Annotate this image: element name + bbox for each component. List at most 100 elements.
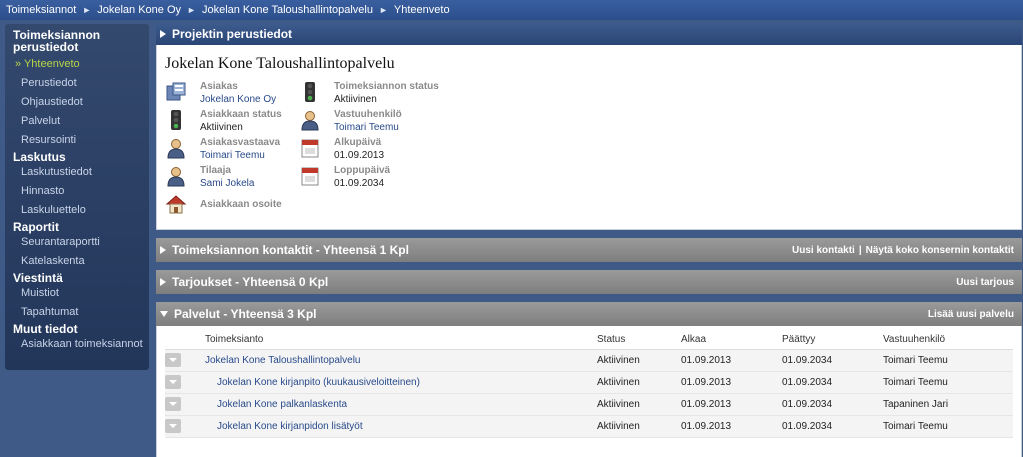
contacts-panel-title: Toimeksiannon kontaktit - Yhteensä 1 Kpl [172,243,409,257]
project-panel-title: Projektin perustiedot [172,27,293,41]
collapse-arrow-icon [160,30,166,38]
column-header-alkaa[interactable]: Alkaa [681,330,782,350]
info-label: Alkupäivä [334,137,382,148]
breadcrumb-item-1[interactable]: Jokelan Kone Oy [97,4,181,16]
account-manager-link[interactable]: Toimari Teemu [200,149,280,162]
add-service-link[interactable]: Lisää uusi palvelu [928,309,1014,320]
service-end: 01.09.2034 [782,393,883,416]
info-label: Asiakasvastaava [200,137,281,148]
services-panel-header[interactable]: Palvelut - Yhteensä 3 Kpl Lisää uusi pal… [156,302,1022,326]
column-header-vastuuhenkilo[interactable]: Vastuuhenkilö [883,330,1013,350]
info-column-left: Asiakas Jokelan Kone Oy Asiakkaan status… [165,81,299,221]
column-header-toimeksianto[interactable]: Toimeksianto [205,330,597,350]
table-row: Jokelan Kone palkanlaskenta Aktiivinen 0… [165,393,1013,416]
services-table: Toimeksianto Status Alkaa Päättyy Vastuu… [165,330,1013,438]
sidebar-item-asiakkaan-toimeksiannot[interactable]: Asiakkaan toimeksiannot [5,335,149,354]
service-end: 01.09.2034 [782,371,883,394]
info-label: Vastuuhenkilö [334,109,402,120]
traffic-light-icon [165,109,200,137]
sidebar-item-laskuluettelo[interactable]: Laskuluettelo [5,201,149,220]
service-status: Aktiivinen [597,349,681,372]
project-panel-header[interactable]: Projektin perustiedot [156,23,1022,45]
breadcrumb-item-3: Yhteenveto [393,4,450,16]
contacts-panel-header[interactable]: Toimeksiannon kontaktit - Yhteensä 1 Kpl… [156,238,1022,262]
main-content: Projektin perustiedot Jokelan Kone Talou… [156,23,1022,457]
service-status: Aktiivinen [597,371,681,394]
calendar-icon [299,165,334,193]
info-row-asiakkaan-status: Asiakkaan status Aktiivinen [165,109,299,137]
assignment-status-value: Aktiivinen [334,94,377,105]
row-menu-chevron-down-icon[interactable] [165,397,181,411]
breadcrumb: Toimeksiannot ► Jokelan Kone Oy ► Jokela… [0,0,1023,20]
sidebar-item-yhteenveto[interactable]: » Yhteenveto [5,55,149,74]
service-end: 01.09.2034 [782,415,883,438]
table-row: Jokelan Kone kirjanpito (kuukausiveloitt… [165,371,1013,394]
customer-link[interactable]: Jokelan Kone Oy [200,93,276,106]
sidebar: Toimeksiannon perustiedot » Yhteenveto P… [5,24,149,370]
service-start: 01.09.2013 [681,415,782,438]
traffic-light-icon [299,81,334,109]
sidebar-item-palvelut[interactable]: Palvelut [5,112,149,131]
show-group-contacts-link[interactable]: Näytä koko konsernin kontaktit [866,245,1014,256]
info-label: Asiakkaan status [200,109,282,120]
row-menu-chevron-down-icon[interactable] [165,353,181,367]
expand-arrow-icon [160,246,166,254]
service-name-link[interactable]: Jokelan Kone Taloushallintopalvelu [205,355,360,366]
service-owner: Toimari Teemu [883,371,1013,394]
services-panel-title: Palvelut - Yhteensä 3 Kpl [174,307,317,321]
customer-icon [165,81,200,109]
service-status: Aktiivinen [597,415,681,438]
service-end: 01.09.2034 [782,349,883,372]
breadcrumb-item-0[interactable]: Toimeksiannot [6,4,76,16]
info-label: Asiakas [200,81,238,92]
project-title: Jokelan Kone Taloushallintopalvelu [165,55,395,72]
sidebar-item-seurantaraportti[interactable]: Seurantaraportti [5,233,149,252]
sidebar-item-tapahtumat[interactable]: Tapahtumat [5,303,149,322]
info-row-alkupaiva: Alkupäivä 01.09.2013 [299,137,499,165]
sidebar-item-ohjaustiedot[interactable]: Ohjaustiedot [5,93,149,112]
offers-panel-header[interactable]: Tarjoukset - Yhteensä 0 Kpl Uusi tarjous [156,270,1022,294]
service-status: Aktiivinen [597,393,681,416]
row-menu-chevron-down-icon[interactable] [165,419,181,433]
info-row-vastuuhenkilo: Vastuuhenkilö Toimari Teemu [299,109,499,137]
sidebar-section-title: Laskutus [13,150,66,164]
sidebar-item-laskutustiedot[interactable]: Laskutustiedot [5,163,149,182]
sidebar-section-title: Muut tiedot [13,322,78,336]
sidebar-item-perustiedot[interactable]: Perustiedot [5,74,149,93]
service-name-link[interactable]: Jokelan Kone kirjanpito (kuukausiveloitt… [217,377,420,388]
column-header-paattyy[interactable]: Päättyy [782,330,883,350]
sidebar-item-resursointi[interactable]: Resursointi [5,131,149,150]
sidebar-section-title: Viestintä [13,271,63,285]
sidebar-section-title: Raportit [13,220,59,234]
service-owner: Toimari Teemu [883,415,1013,438]
responsible-person-link[interactable]: Toimari Teemu [334,121,402,134]
column-header-status[interactable]: Status [597,330,681,350]
table-row: Jokelan Kone Taloushallintopalvelu Aktii… [165,349,1013,372]
row-menu-chevron-down-icon[interactable] [165,375,181,389]
new-contact-link[interactable]: Uusi kontakti [792,245,855,256]
new-offer-link[interactable]: Uusi tarjous [956,277,1014,288]
person-icon [299,109,334,137]
info-row-toimeksiannon-status: Toimeksiannon status Aktiivinen [299,81,499,109]
info-row-loppupaiva: Loppupäivä 01.09.2034 [299,165,499,193]
sidebar-item-hinnasto[interactable]: Hinnasto [5,182,149,201]
collapse-arrow-icon [160,311,168,317]
expand-arrow-icon [160,278,166,286]
customer-status-value: Aktiivinen [200,122,243,133]
end-date-value: 01.09.2034 [334,178,385,189]
service-name-link[interactable]: Jokelan Kone kirjanpidon lisätyöt [217,421,363,432]
info-column-right: Toimeksiannon status Aktiivinen Vastuuhe… [299,81,499,221]
breadcrumb-separator-icon: ► [187,5,196,15]
service-owner: Tapaninen Jari [883,393,1013,416]
service-start: 01.09.2013 [681,349,782,372]
orderer-link[interactable]: Sami Jokela [200,177,254,190]
person-icon [165,137,200,165]
service-name-link[interactable]: Jokelan Kone palkanlaskenta [217,399,347,410]
info-label: Toimeksiannon status [334,81,439,92]
start-date-value: 01.09.2013 [334,150,385,161]
calendar-icon [299,137,334,165]
sidebar-item-muistiot[interactable]: Muistiot [5,284,149,303]
house-icon [165,193,200,221]
sidebar-item-katelaskenta[interactable]: Katelaskenta [5,252,149,271]
breadcrumb-item-2[interactable]: Jokelan Kone Taloushallintopalvelu [202,4,373,16]
